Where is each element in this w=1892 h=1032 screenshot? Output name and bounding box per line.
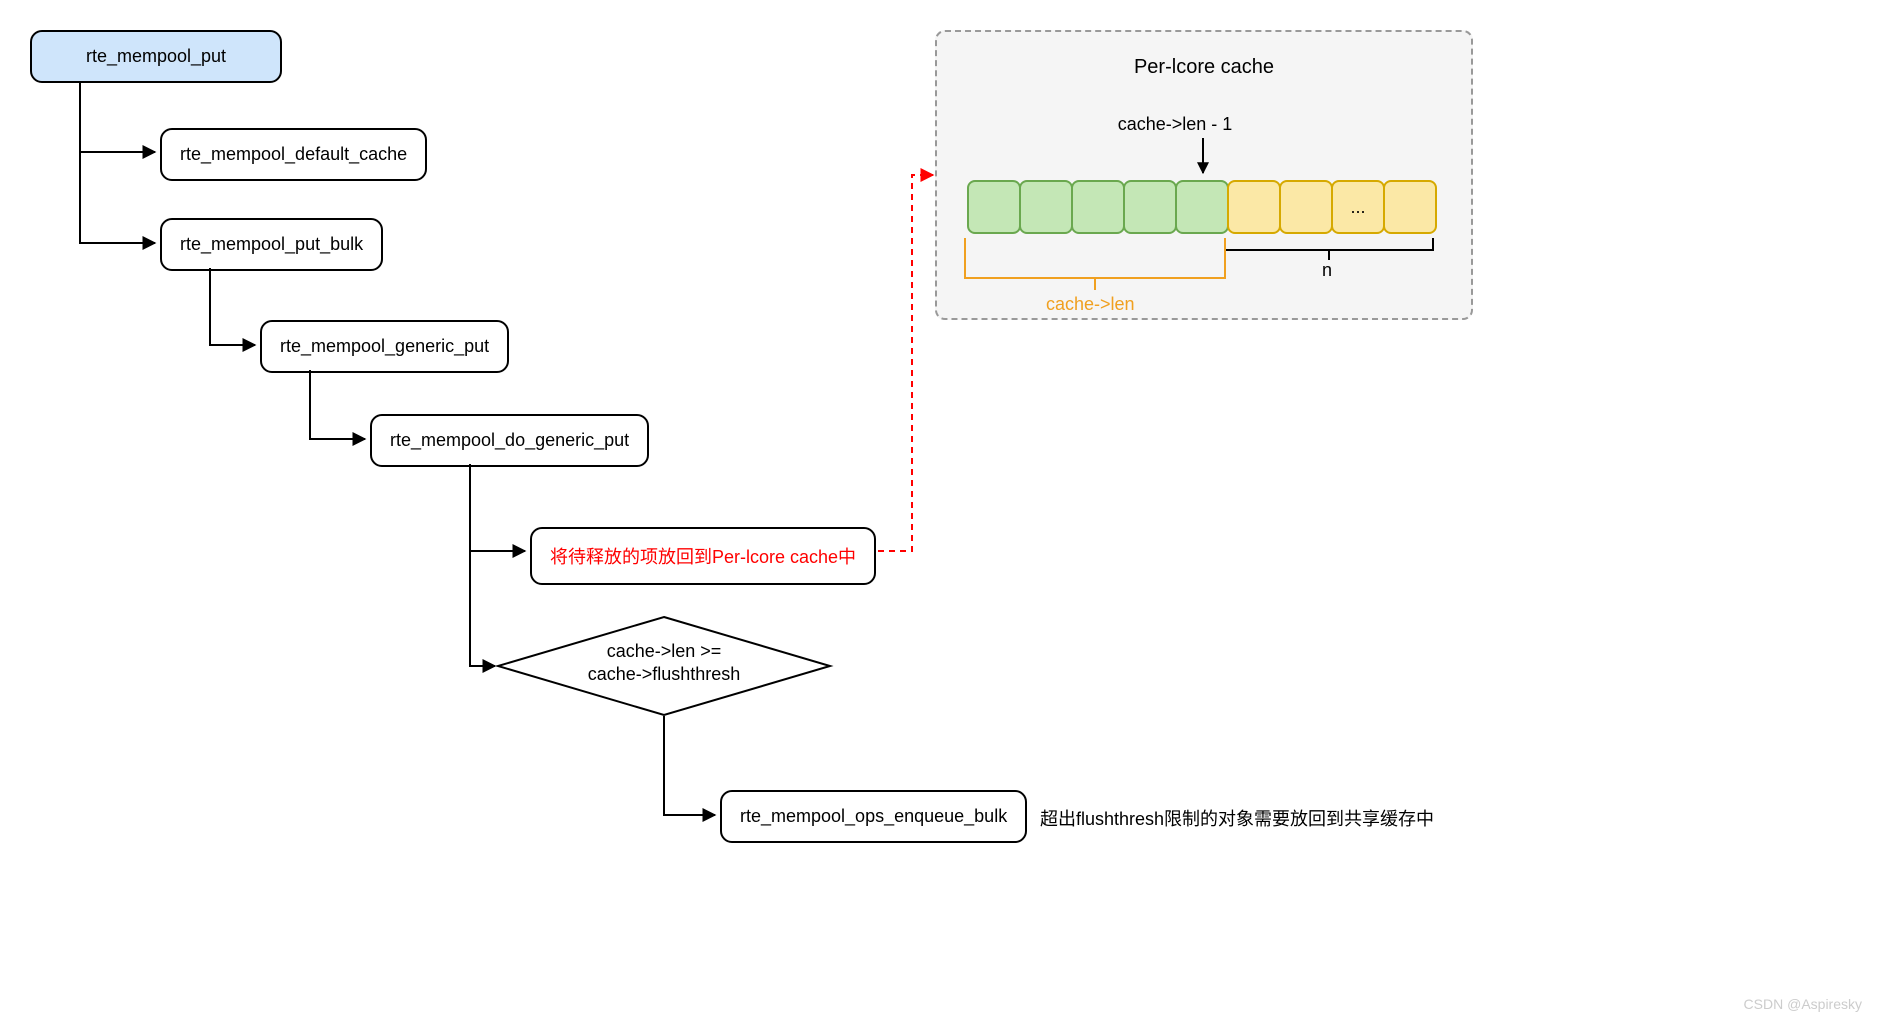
cache-cell-green [1123,180,1177,234]
edge-n4-diamond [470,464,495,666]
cache-title: Per-lcore cache [937,56,1471,79]
cache-cell-yellow [1227,180,1281,234]
node-default-cache: rte_mempool_default_cache [160,128,427,181]
per-lcore-cache-box: Per-lcore cache cache->len - 1 ... [935,30,1473,320]
diamond-line1: cache->len >= [607,641,722,661]
diamond-label: cache->len >= cache->flushthresh [498,640,830,687]
diamond-line2: cache->flushthresh [588,664,741,684]
node-put-back-cache: 将待释放的项放回到Per-lcore cache中 [530,527,876,585]
node-root: rte_mempool_put [30,30,282,83]
cache-cell-green [1019,180,1073,234]
edge-n3-n4 [310,370,365,439]
node-generic-put: rte_mempool_generic_put [260,320,509,373]
edge-root-n2 [80,82,155,243]
edge-diamond-n6 [664,716,715,815]
bracket-len-label: cache->len [1046,294,1135,315]
cache-cell-yellow [1279,180,1333,234]
cache-cell-green [1175,180,1229,234]
node-ops-enqueue-bulk: rte_mempool_ops_enqueue_bulk [720,790,1027,843]
edge-n4-n5 [470,464,525,551]
edge-red-to-cache [878,175,933,551]
node-do-generic-put: rte_mempool_do_generic_put [370,414,649,467]
cache-cells: ... [967,180,1435,234]
note-ops-enqueue: 超出flushthresh限制的对象需要放回到共享缓存中 [1040,805,1434,831]
edge-n2-n3 [210,268,255,345]
cache-pointer-label: cache->len - 1 [1105,114,1245,135]
node-put-bulk: rte_mempool_put_bulk [160,218,383,271]
watermark: CSDN @Aspiresky [1744,996,1862,1012]
edge-root-n1 [80,82,155,152]
cache-cell-yellow [1383,180,1437,234]
bracket-n-label: n [1322,260,1332,281]
cache-cell-green [1071,180,1125,234]
cache-cell-green [967,180,1021,234]
cache-cell-yellow: ... [1331,180,1385,234]
